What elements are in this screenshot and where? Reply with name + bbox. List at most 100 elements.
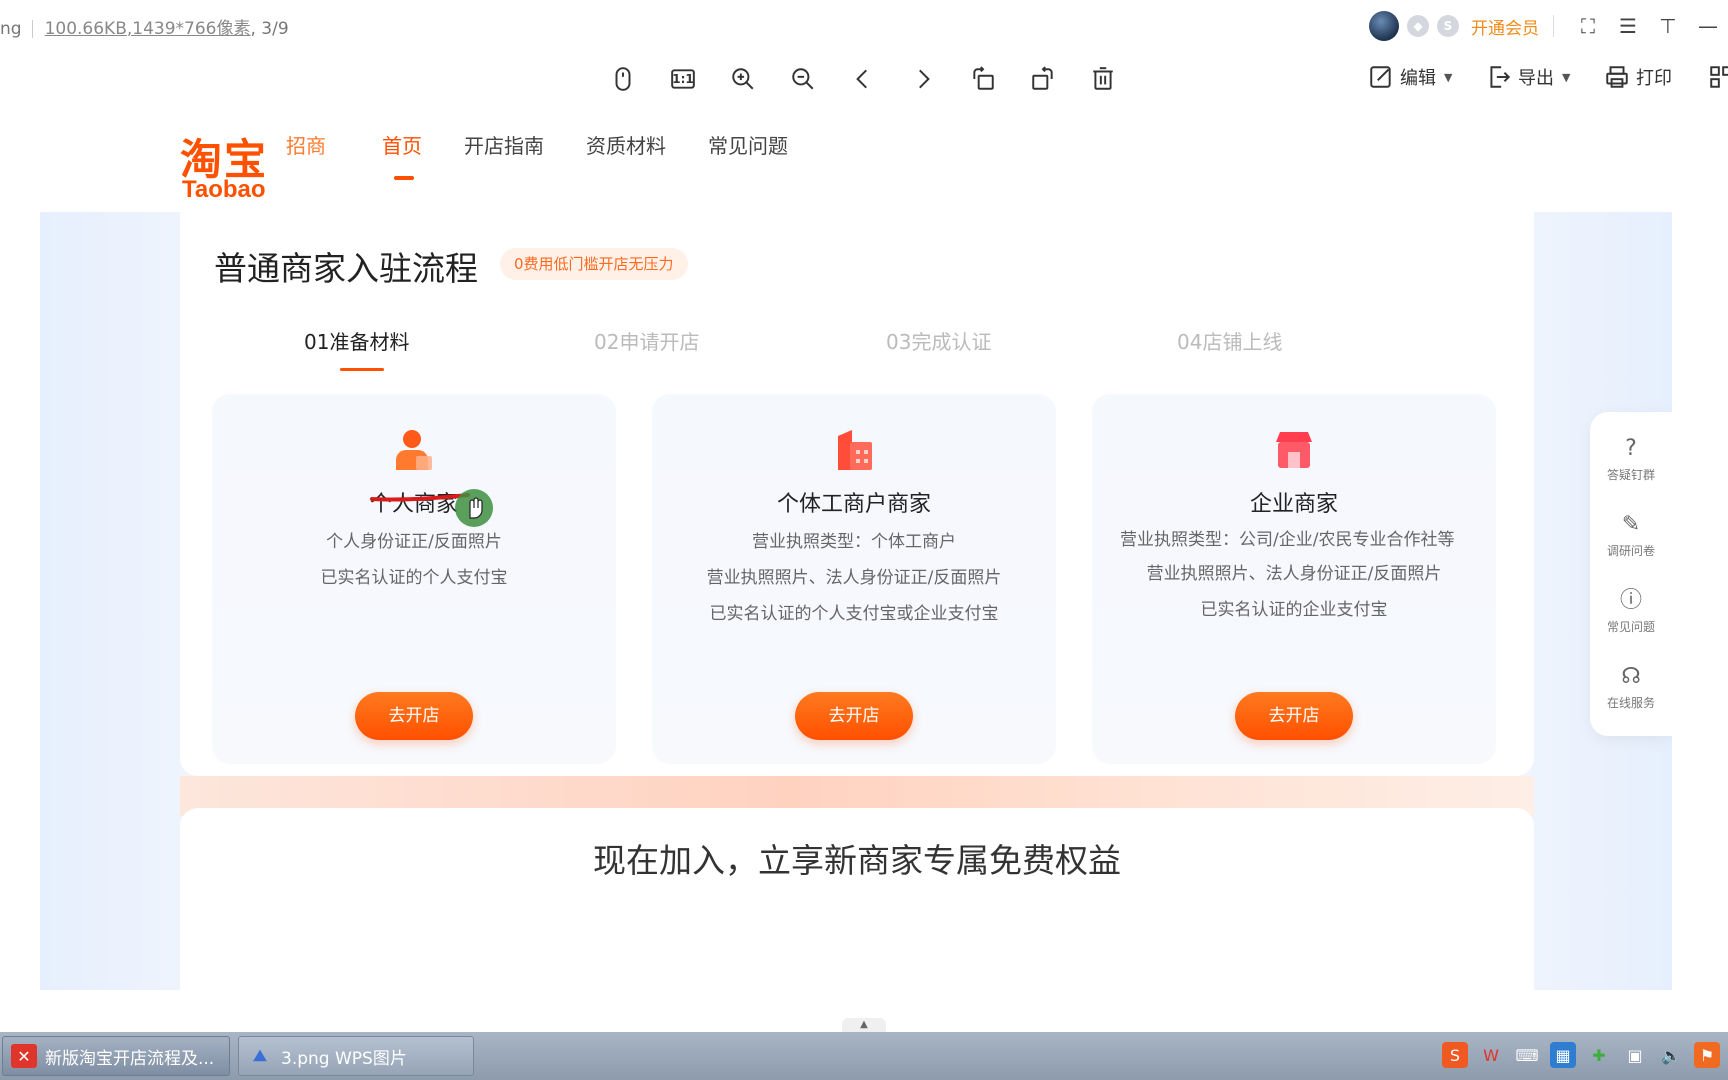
nav-materials[interactable]: 资质材料 <box>586 130 666 159</box>
network-device-icon[interactable]: ⌨ <box>1514 1042 1540 1068</box>
merchant-option-enterprise: 企业商家 营业执照类型：公司/企业/农民专业合作社等 营业执照照片、法人身份证正… <box>1092 394 1496 764</box>
viewer-toolbar: 1:1 编辑 ▼ 导出 ▼ 打印 <box>0 52 1728 106</box>
grid-view-icon[interactable] <box>1708 64 1728 90</box>
side-item-label: 调研问卷 <box>1606 544 1655 558</box>
side-item-label: 常见问题 <box>1606 620 1655 634</box>
rotate-left-icon[interactable] <box>966 62 1000 96</box>
caret-down-icon: ▼ <box>1444 70 1453 84</box>
displayed-image: 淘宝 Taobao 招商 首页 开店指南 资质材料 常见问题 普通商家入驻流程 … <box>40 106 1672 990</box>
rotate-right-icon[interactable] <box>1026 62 1060 96</box>
open-store-button[interactable]: 去开店 <box>795 692 913 740</box>
edit-menu-button[interactable]: 编辑 ▼ <box>1368 64 1452 90</box>
expand-filmstrip-icon[interactable]: ▲ <box>842 1018 886 1032</box>
zoom-in-icon[interactable] <box>726 62 760 96</box>
step-tab-3[interactable]: 03完成认证 <box>886 326 991 355</box>
network-icon[interactable]: ▣ <box>1622 1042 1648 1068</box>
step-tab-2[interactable]: 02申请开店 <box>594 326 699 355</box>
taobao-logo[interactable]: 淘宝 Taobao 招商 <box>180 126 326 203</box>
minimize-icon[interactable]: — <box>1688 14 1728 38</box>
person-icon <box>396 430 432 470</box>
tray-app-icon[interactable]: ▦ <box>1550 1042 1576 1068</box>
option-name: 企业商家 <box>1249 492 1338 517</box>
requirement-line: 营业执照照片、法人身份证正/反面照片 <box>706 568 1002 588</box>
option-description: 营业执照类型：公司/企业/农民专业合作社等 营业执照照片、法人身份证正/反面照片… <box>1120 524 1468 628</box>
taskbar-item-presentation[interactable]: ✕ 新版淘宝开店流程及... <box>2 1036 230 1076</box>
coin-badge-icon: S <box>1437 15 1459 37</box>
question-icon: ? <box>1625 436 1637 461</box>
hand-cursor-icon <box>455 489 493 527</box>
sogou-input-icon[interactable]: S <box>1442 1042 1468 1068</box>
option-name: 个体工商户商家 <box>776 492 931 517</box>
requirement-line: 个人身份证正/反面照片 <box>326 532 502 552</box>
volume-icon[interactable]: 🔈 <box>1658 1042 1684 1068</box>
wps-image-icon: ⛰ <box>253 1046 267 1065</box>
viewer-title-bar: ng 100.66KB,1439*766像素, 3/9 ◆ S 开通会员 ⛶ ☰ … <box>0 0 1728 52</box>
nav-guide[interactable]: 开店指南 <box>464 130 544 159</box>
pen-icon: ✎ <box>1621 512 1641 537</box>
side-item-label: 答疑钉群 <box>1606 468 1655 482</box>
site-header: 淘宝 Taobao 招商 首页 开店指南 资质材料 常见问题 <box>40 106 1672 212</box>
windows-taskbar: ✕ 新版淘宝开店流程及... ⛰ 3.png WPS图片 S W ⌨ ▦ ✚ ▣… <box>0 1032 1728 1080</box>
logo-sub: 招商 <box>286 134 326 158</box>
store-icon <box>1276 432 1312 468</box>
pin-icon[interactable]: ⊤ <box>1648 14 1688 38</box>
delete-icon[interactable] <box>1086 62 1120 96</box>
taskbar-item-label: 新版淘宝开店流程及... <box>45 1048 215 1069</box>
menu-icon[interactable]: ☰ <box>1608 14 1648 38</box>
system-tray: S W ⌨ ▦ ✚ ▣ 🔈 ⚑ <box>1442 1042 1720 1068</box>
actual-size-label: 1:1 <box>672 72 694 86</box>
export-menu-button[interactable]: 导出 ▼ <box>1486 64 1570 90</box>
requirement-line: 营业执照类型：公司/企业/农民专业合作社等 <box>1120 530 1455 550</box>
side-item-online-service[interactable]: ☊ 在线服务 <box>1590 662 1672 711</box>
member-badge-icon: ◆ <box>1407 15 1429 37</box>
wps-tray-icon[interactable]: W <box>1478 1042 1504 1068</box>
fullscreen-icon[interactable]: ⛶ <box>1568 14 1608 38</box>
zoom-out-icon[interactable] <box>786 62 820 96</box>
print-button[interactable]: 打印 <box>1604 64 1672 90</box>
export-label: 导出 <box>1518 68 1554 89</box>
file-size[interactable]: 100.66KB <box>45 19 127 39</box>
option-description: 营业执照类型：个体工商户 营业执照照片、法人身份证正/反面照片 已实名认证的个人… <box>680 524 1028 632</box>
user-avatar[interactable] <box>1369 11 1399 41</box>
step-tab-4[interactable]: 04店铺上线 <box>1177 326 1282 355</box>
side-item-survey[interactable]: ✎ 调研问卷 <box>1590 510 1672 559</box>
floating-help-panel: ? 答疑钉群 ✎ 调研问卷 ⓘ 常见问题 ☊ 在线服务 <box>1590 412 1672 736</box>
next-icon[interactable] <box>906 62 940 96</box>
info-icon: ⓘ <box>1619 588 1642 613</box>
page-index: , 3/9 <box>250 19 289 39</box>
file-info: ng 100.66KB,1439*766像素, 3/9 <box>0 14 289 39</box>
nav-home[interactable]: 首页 <box>382 130 422 180</box>
security-icon[interactable]: ✚ <box>1586 1042 1612 1068</box>
vip-link[interactable]: 开通会员 <box>1471 14 1539 39</box>
nav-faq[interactable]: 常见问题 <box>708 130 788 159</box>
mouse-mode-icon[interactable] <box>606 62 640 96</box>
site-nav: 首页 开店指南 资质材料 常见问题 <box>382 130 788 180</box>
file-name-fragment: ng <box>0 19 22 39</box>
actual-size-icon[interactable]: 1:1 <box>666 62 700 96</box>
side-item-group-chat[interactable]: ? 答疑钉群 <box>1590 434 1672 483</box>
option-description: 个人身份证正/反面照片 已实名认证的个人支付宝 <box>240 524 588 596</box>
print-label: 打印 <box>1636 68 1672 89</box>
headset-icon: ☊ <box>1621 664 1641 689</box>
building-icon <box>838 430 872 470</box>
open-store-button[interactable]: 去开店 <box>355 692 473 740</box>
caret-down-icon: ▼ <box>1562 70 1571 84</box>
requirement-line: 营业执照照片、法人身份证正/反面照片 <box>1146 564 1442 584</box>
open-store-button[interactable]: 去开店 <box>1235 692 1353 740</box>
merchant-option-personal: 个人商家 个人身份证正/反面照片 已实名认证的个人支付宝 去开店 <box>212 394 616 764</box>
taskbar-item-image-viewer[interactable]: ⛰ 3.png WPS图片 <box>238 1036 474 1076</box>
merchant-option-individual-business: 个体工商户商家 营业执照类型：个体工商户 营业执照照片、法人身份证正/反面照片 … <box>652 394 1056 764</box>
step-tab-1[interactable]: 01准备材料 <box>304 326 409 371</box>
side-item-faq[interactable]: ⓘ 常见问题 <box>1590 586 1672 635</box>
image-dimensions[interactable]: ,1439*766像素 <box>127 19 251 39</box>
requirement-line: 已实名认证的个人支付宝 <box>320 568 508 588</box>
step-tabs: 01准备材料 02申请开店 03完成认证 04店铺上线 <box>180 326 1534 371</box>
side-item-label: 在线服务 <box>1606 696 1655 710</box>
previous-icon[interactable] <box>846 62 880 96</box>
requirement-line: 已实名认证的企业支付宝 <box>1200 600 1388 620</box>
requirement-line: 已实名认证的个人支付宝或企业支付宝 <box>709 604 999 624</box>
taskbar-item-label: 3.png WPS图片 <box>281 1048 407 1069</box>
notification-flag-icon[interactable]: ⚑ <box>1694 1042 1720 1068</box>
wps-presentation-icon: ✕ <box>11 1044 37 1068</box>
logo-en: Taobao <box>182 176 266 203</box>
